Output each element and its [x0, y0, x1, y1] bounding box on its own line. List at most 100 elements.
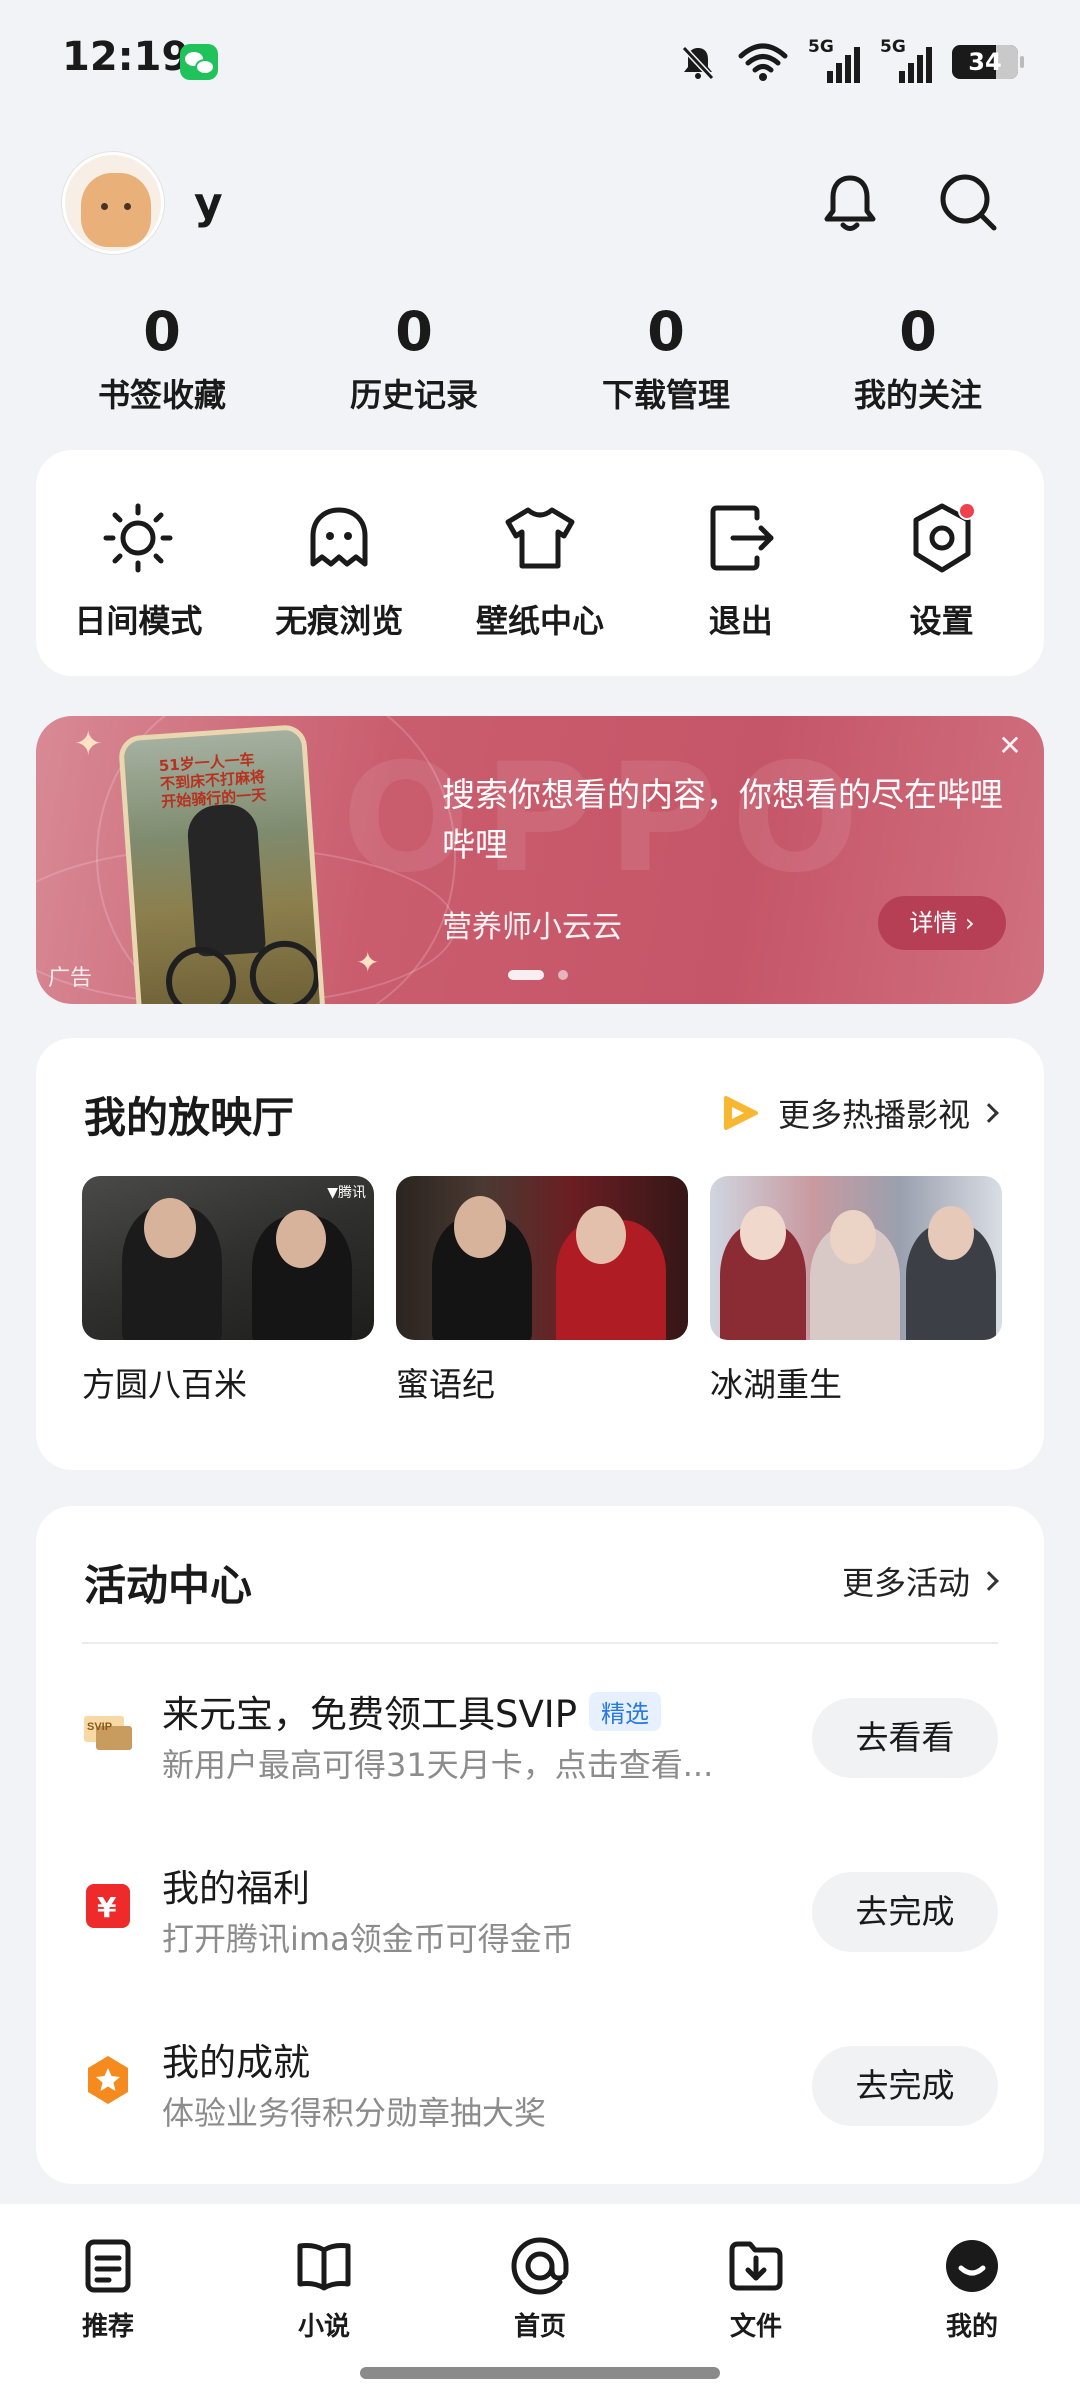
folder-download-icon [729, 2241, 783, 2291]
notification-dot [957, 502, 976, 520]
wifi-icon [738, 43, 788, 81]
ad-source: 营养师小云云 [442, 910, 622, 945]
movie-poster [396, 1176, 688, 1340]
nav-label: 文件 [729, 2312, 782, 2342]
poster-face [454, 1196, 506, 1258]
stat-value: 0 [395, 300, 433, 363]
carousel-dot [558, 970, 568, 980]
tool-wallpaper[interactable]: 壁纸中心 [440, 450, 641, 676]
chevron-right-icon [979, 1571, 999, 1591]
ad-phone-caption: 51岁一人一车 不到床不打麻将 开始骑行的一天 [158, 750, 267, 811]
mute-bell-icon [681, 45, 715, 81]
avatar[interactable] [62, 152, 164, 254]
activity-action-button[interactable]: 去看看 [812, 1698, 998, 1778]
activity-item-title: 来元宝，免费领工具SVIP 精选 [162, 1684, 662, 1738]
cinema-card: 我的放映厅 更多热播影视 ▼腾讯 方圆八百米 蜜语纪 冰湖重生 [36, 1038, 1044, 1470]
settings-icon-wrap [902, 498, 982, 578]
activity-action-button[interactable]: 去完成 [812, 2046, 998, 2126]
movie-item[interactable]: 蜜语纪 [396, 1176, 688, 1406]
tool-day-mode[interactable]: 日间模式 [38, 450, 239, 676]
shirt-icon [505, 507, 575, 569]
carousel-dot-active [508, 970, 544, 980]
tool-incognito[interactable]: 无痕浏览 [239, 450, 440, 676]
svg-text:SVIP: SVIP [87, 1721, 112, 1733]
nav-label: 首页 [513, 2312, 566, 2342]
tool-label: 无痕浏览 [275, 602, 404, 640]
logout-icon [710, 505, 774, 571]
activity-item-subtitle: 体验业务得积分勋章抽大奖 [162, 2094, 547, 2132]
stats-row: 0 书签收藏 0 历史记录 0 下载管理 0 我的关注 [36, 300, 1044, 416]
movie-item[interactable]: 冰湖重生 [710, 1176, 1002, 1406]
movie-poster [710, 1176, 1002, 1340]
nav-profile[interactable]: 我的 [864, 2204, 1080, 2400]
stat-value: 0 [143, 300, 181, 363]
document-icon [85, 2239, 131, 2293]
stat-label: 下载管理 [601, 376, 730, 414]
chevron-right-icon [979, 1103, 999, 1123]
sun-icon [103, 503, 173, 573]
cellular-signal-1-icon: 5G [808, 37, 860, 83]
nav-label: 小说 [297, 2312, 350, 2342]
nav-recommend[interactable]: 推荐 [0, 2204, 216, 2400]
username[interactable]: y [194, 178, 223, 229]
divider [82, 1642, 998, 1644]
activity-item[interactable]: 我的成就 体验业务得积分勋章抽大奖 去完成 [82, 2032, 998, 2142]
status-time: 12:19 [62, 34, 190, 80]
movie-title: 方圆八百米 [82, 1365, 247, 1404]
poster-face [830, 1210, 876, 1264]
more-movies-label: 更多热播影视 [777, 1096, 970, 1134]
movie-item[interactable]: ▼腾讯 方圆八百米 [82, 1176, 374, 1406]
more-movies-link[interactable]: 更多热播影视 [720, 1090, 999, 1136]
ad-star-icon: ✦ [74, 724, 103, 764]
home-at-icon [511, 2237, 569, 2295]
search-icon [940, 174, 997, 231]
ad-carousel-dots [508, 970, 568, 980]
activity-action-button[interactable]: 去完成 [812, 1872, 998, 1952]
close-icon[interactable]: ✕ [992, 728, 1028, 764]
ghost-icon [310, 507, 368, 567]
stat-value: 0 [647, 300, 685, 363]
ad-banner[interactable]: OPPO ✦ ✦ 51岁一人一车 不到床不打麻将 开始骑行的一天 搜索你想看的内… [36, 716, 1044, 1004]
stat-label: 历史记录 [349, 376, 478, 414]
activity-item[interactable]: ¥ 我的福利 打开腾讯ima领金币可得金币 去完成 [82, 1858, 998, 1968]
status-icons: 5G 5G 34 [678, 37, 1024, 86]
profile-smile-icon [946, 2240, 998, 2292]
notification-button[interactable] [814, 166, 886, 238]
tool-label: 设置 [909, 602, 974, 640]
stat-bookmarks[interactable]: 0 书签收藏 [36, 300, 288, 416]
ad-detail-button[interactable]: 详情 › [878, 896, 1006, 950]
profile-header[interactable]: y [62, 152, 223, 254]
stat-label: 书签收藏 [97, 376, 226, 414]
battery-icon: 34 [952, 45, 1024, 79]
tool-settings[interactable]: 设置 [841, 450, 1042, 676]
yuan-coin-icon: ¥ [86, 1884, 130, 1928]
cinema-title: 我的放映厅 [84, 1093, 295, 1142]
search-button[interactable] [932, 166, 1004, 238]
home-indicator[interactable] [360, 2367, 720, 2379]
tool-label: 退出 [708, 602, 773, 640]
activity-item-title: 我的福利 [162, 1867, 310, 1910]
svg-text:¥: ¥ [97, 1891, 117, 1924]
svip-ticket-icon: SVIP [84, 1716, 132, 1750]
wechat-notification-icon [180, 44, 218, 80]
ad-rider [185, 802, 267, 957]
cellular-signal-2-icon: 5G [880, 37, 932, 83]
stat-label: 我的关注 [853, 376, 982, 414]
stat-downloads[interactable]: 0 下载管理 [540, 300, 792, 416]
activity-item[interactable]: SVIP 来元宝，免费领工具SVIP 精选 新用户最高可得31天月卡，点击查看.… [82, 1684, 998, 1794]
poster-face [276, 1210, 326, 1268]
movie-title: 冰湖重生 [710, 1365, 842, 1404]
activity-card: 活动中心 更多活动 SVIP 来元宝，免费领工具SVIP 精选 新用户最高可得3… [36, 1506, 1044, 2184]
status-bar: 12:19 5G 5G 34 [0, 0, 1080, 120]
movie-poster: ▼腾讯 [82, 1176, 374, 1340]
stat-history[interactable]: 0 历史记录 [288, 300, 540, 416]
movie-title: 蜜语纪 [396, 1365, 495, 1404]
stat-following[interactable]: 0 我的关注 [792, 300, 1044, 416]
book-icon [297, 2243, 351, 2291]
activity-title: 活动中心 [84, 1561, 253, 1610]
tool-logout[interactable]: 退出 [640, 450, 841, 676]
battery-level: 34 [968, 48, 1002, 76]
more-activities-link[interactable]: 更多活动 [842, 1558, 999, 1604]
stat-value: 0 [899, 300, 937, 363]
activity-item-subtitle: 打开腾讯ima领金币可得金币 [162, 1920, 574, 1958]
